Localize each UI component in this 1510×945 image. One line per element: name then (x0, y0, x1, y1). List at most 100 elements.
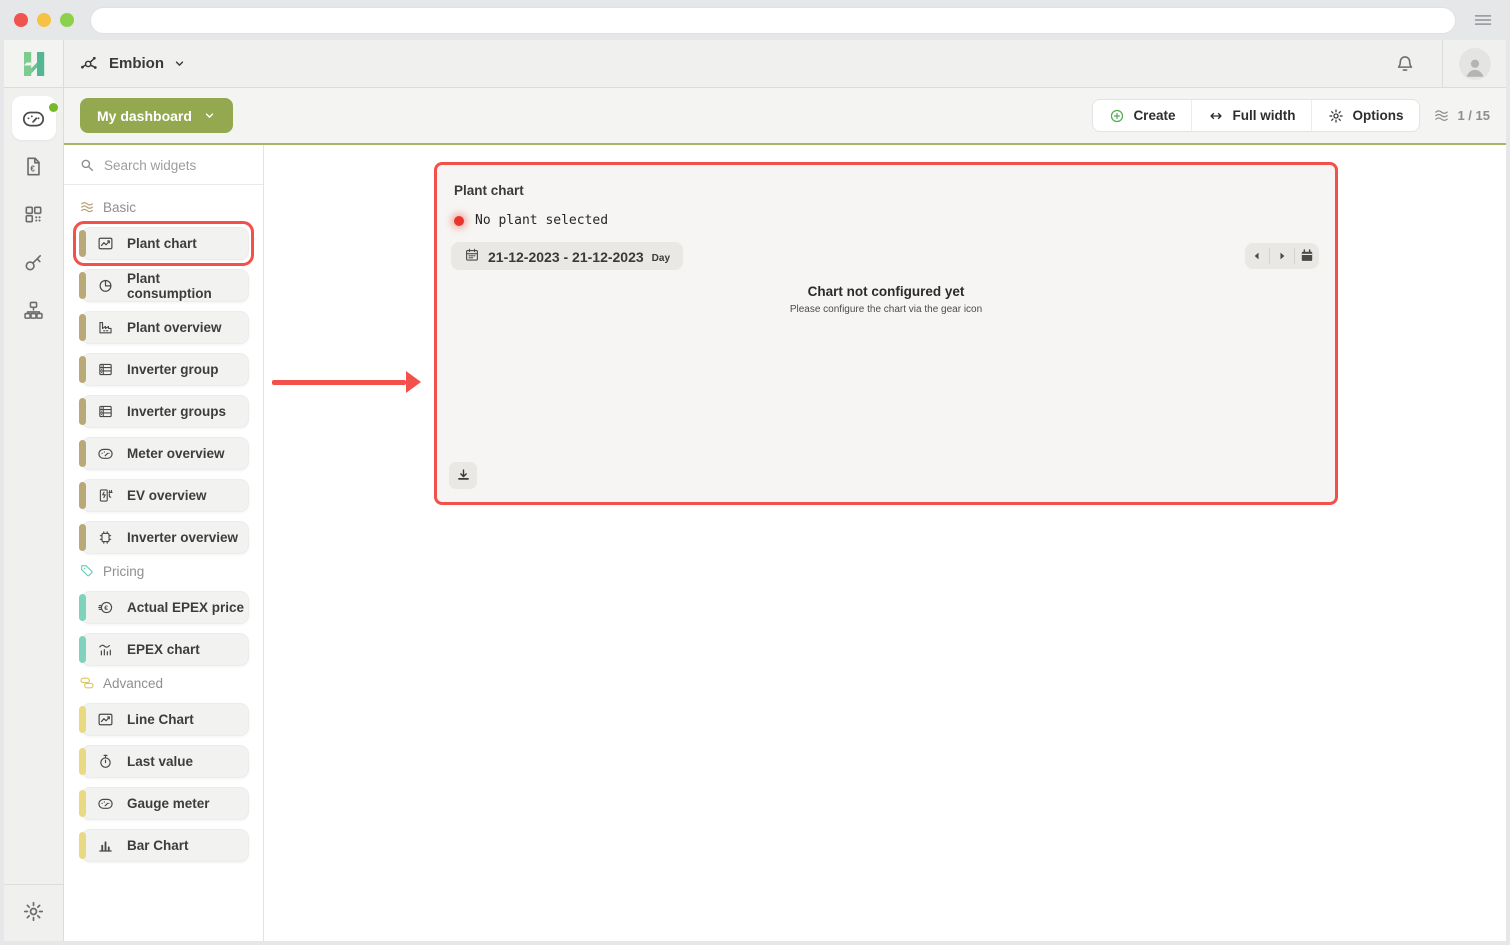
sidebar-item-access[interactable] (12, 240, 56, 284)
full-width-button[interactable]: Full width (1192, 100, 1312, 131)
create-button[interactable]: Create (1093, 100, 1192, 131)
section-header-basic: Basic (79, 199, 249, 215)
line-chart-icon (97, 235, 114, 252)
download-icon (455, 467, 472, 484)
widget-item-line-chart[interactable]: Line Chart (81, 703, 249, 736)
widget-item-plant-overview[interactable]: Plant overview (81, 311, 249, 344)
invoice-euro-icon (22, 155, 45, 178)
widget-item-ev-overview[interactable]: EV overview (81, 479, 249, 512)
address-bar[interactable] (90, 7, 1456, 34)
gear-icon (22, 900, 45, 923)
widget-item-inverter-groups[interactable]: Inverter groups (81, 395, 249, 428)
layers-icon (1433, 107, 1450, 124)
header-right (1368, 40, 1506, 87)
widget-item-plant-consumption[interactable]: Plant consumption (81, 269, 249, 302)
caret-right-icon (1275, 249, 1289, 263)
empty-state-title: Chart not configured yet (437, 284, 1335, 299)
gear-icon (1328, 108, 1344, 124)
sidebar-item-dashboard[interactable] (12, 96, 56, 140)
date-range-label: 21-12-2023 - 21-12-2023 (488, 249, 644, 265)
widget-item-plant-chart[interactable]: Plant chart (81, 227, 249, 260)
next-period-button[interactable] (1270, 243, 1294, 269)
item-label: Inverter overview (127, 530, 238, 545)
zoom-window-button[interactable] (60, 13, 74, 27)
chip-icon (97, 529, 114, 546)
download-button[interactable] (449, 462, 477, 489)
empty-state-subtitle: Please configure the chart via the gear … (437, 304, 1335, 315)
ev-charger-icon (97, 487, 114, 504)
widgets-grid-icon (22, 203, 45, 226)
arrow-shaft (272, 380, 406, 385)
window-controls (0, 13, 90, 27)
prev-period-button[interactable] (1245, 243, 1269, 269)
widget-count-badge: 1 / 15 (1433, 107, 1490, 124)
item-label: Plant chart (127, 236, 197, 251)
search-input[interactable] (104, 158, 248, 173)
widget-item-meter-overview[interactable]: Meter overview (81, 437, 249, 470)
item-label: EPEX chart (127, 642, 200, 657)
widget-item-bar-chart[interactable]: Bar Chart (81, 829, 249, 862)
item-accent (79, 832, 86, 859)
minimize-window-button[interactable] (37, 13, 51, 27)
settings-button[interactable] (22, 900, 45, 923)
layers-icon (79, 199, 95, 215)
widget-panel: Basic Plant chart (64, 145, 264, 941)
active-indicator-dot (49, 103, 58, 112)
item-accent (79, 440, 86, 467)
widget-item-inverter-group[interactable]: Inverter group (81, 353, 249, 386)
item-accent (79, 594, 86, 621)
section-label: Advanced (103, 676, 163, 691)
section-header-pricing: Pricing (79, 563, 249, 579)
widget-item-last-value[interactable]: Last value (81, 745, 249, 778)
date-range-picker[interactable]: 21-12-2023 - 21-12-2023 Day (451, 242, 683, 270)
calendar-icon (464, 247, 480, 263)
coins-icon (79, 675, 95, 691)
search-icon (79, 157, 95, 173)
app-logo[interactable] (4, 40, 64, 87)
granularity-label: Day (652, 253, 670, 265)
dashboard-canvas: Plant chart No plant selected 21-12-2023… (264, 145, 1506, 941)
item-accent (79, 482, 86, 509)
hamburger-icon[interactable] (1472, 9, 1494, 31)
sidebar-item-widgets[interactable] (12, 192, 56, 236)
calendar-button[interactable] (1295, 243, 1319, 269)
item-accent (79, 230, 86, 257)
item-label: Actual EPEX price (127, 600, 244, 615)
item-accent (79, 706, 86, 733)
item-accent (79, 272, 86, 299)
bar-chart-icon (97, 837, 114, 854)
calendar-solid-icon (1299, 248, 1315, 264)
sidebar-item-invoices[interactable] (12, 144, 56, 188)
empty-state: Chart not configured yet Please configur… (437, 284, 1335, 315)
item-accent (79, 524, 86, 551)
item-accent (79, 748, 86, 775)
item-accent (79, 356, 86, 383)
options-button[interactable]: Options (1312, 100, 1419, 131)
widget-item-epex-chart[interactable]: EPEX chart (81, 633, 249, 666)
pie-chart-icon (97, 277, 114, 294)
item-accent (79, 790, 86, 817)
widget-status: No plant selected (454, 213, 1321, 228)
item-label: Gauge meter (127, 796, 210, 811)
h-logo-icon (20, 50, 48, 78)
sidebar-item-hierarchy[interactable] (12, 288, 56, 332)
close-window-button[interactable] (14, 13, 28, 27)
gauge-icon (97, 795, 114, 812)
period-nav-group (1245, 243, 1319, 269)
widget-item-inverter-overview[interactable]: Inverter overview (81, 521, 249, 554)
stopwatch-icon (97, 753, 114, 770)
item-label: Inverter groups (127, 404, 226, 419)
dashboard-selector[interactable]: My dashboard (80, 98, 233, 133)
user-menu[interactable] (1443, 40, 1506, 87)
table-icon (97, 403, 114, 420)
app-header: Embion (4, 40, 1506, 88)
share-nodes-icon (79, 53, 100, 74)
section-label: Basic (103, 200, 136, 215)
app-window: Embion (4, 40, 1506, 941)
notifications-button[interactable] (1368, 40, 1442, 87)
widget-item-gauge-meter[interactable]: Gauge meter (81, 787, 249, 820)
dashboard-toolbar: My dashboard Create (64, 88, 1506, 145)
item-label: Last value (127, 754, 193, 769)
org-selector[interactable]: Embion (64, 40, 186, 87)
widget-item-actual-epex-price[interactable]: Actual EPEX price (81, 591, 249, 624)
